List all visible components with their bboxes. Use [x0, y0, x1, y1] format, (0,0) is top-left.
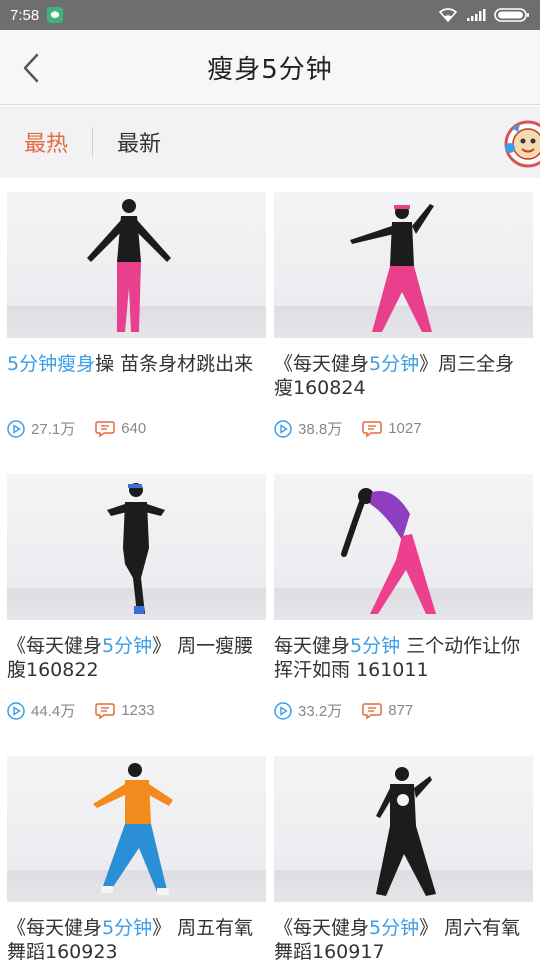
video-card[interactable]: 5分钟瘦身操 苗条身材跳出来 27.1万 640 — [7, 192, 266, 439]
app-notification-icon — [47, 7, 64, 23]
battery-icon — [494, 8, 529, 22]
view-count: 38.8万 — [298, 421, 343, 438]
comment-icon — [95, 702, 115, 719]
signal-icon — [467, 9, 486, 21]
video-title[interactable]: 《每天健身5分钟》 周六有氧舞蹈160917 — [274, 916, 533, 960]
chevron-left-icon — [23, 53, 39, 83]
video-stats: 44.4万 1233 — [7, 700, 266, 721]
video-title[interactable]: 5分钟瘦身操 苗条身材跳出来 — [7, 352, 266, 400]
video-card[interactable]: 《每天健身5分钟》 周一瘦腰腹160822 44.4万 1233 — [7, 474, 266, 721]
back-button[interactable] — [16, 50, 46, 86]
page-title: 瘦身5分钟 — [207, 54, 333, 85]
play-icon — [274, 419, 292, 438]
video-title[interactable]: 《每天健身5分钟》 周一瘦腰腹160822 — [7, 634, 266, 682]
comment-icon — [362, 702, 382, 719]
comment-count: 640 — [121, 420, 147, 437]
status-bar: 7:58 — [0, 0, 540, 30]
video-stats: 38.8万 1027 — [274, 418, 533, 439]
status-icons — [438, 7, 530, 23]
video-title[interactable]: 《每天健身5分钟》周三全身瘦160824 — [274, 352, 533, 400]
play-icon — [7, 701, 25, 720]
video-card[interactable]: 《每天健身5分钟》 周五有氧舞蹈160923 — [7, 756, 266, 960]
status-time: 7:58 — [10, 6, 40, 24]
sort-tabs: 最热 最新 — [0, 106, 540, 178]
comment-icon — [362, 420, 382, 437]
tab-newest[interactable]: 最新 — [93, 126, 185, 158]
play-icon — [274, 701, 292, 720]
video-stats: 27.1万 640 — [7, 418, 266, 439]
video-stats: 33.2万 877 — [274, 700, 533, 721]
video-thumbnail[interactable] — [274, 474, 533, 620]
video-grid: 5分钟瘦身操 苗条身材跳出来 27.1万 640 《每天健身5分钟》周三全身瘦1… — [0, 178, 540, 960]
tab-hottest[interactable]: 最热 — [0, 126, 92, 158]
video-title[interactable]: 每天健身5分钟 三个动作让你挥汗如雨 161011 — [274, 634, 533, 682]
video-thumbnail[interactable] — [7, 756, 266, 902]
video-thumbnail[interactable] — [7, 192, 266, 338]
app-root: 7:58 瘦身5分钟 最热 最新 5分钟瘦身操 苗条身材跳出来 27.1万 64… — [0, 0, 540, 960]
comment-count: 1027 — [388, 420, 422, 437]
video-card[interactable]: 《每天健身5分钟》周三全身瘦160824 38.8万 1027 — [274, 192, 533, 439]
view-count: 44.4万 — [31, 703, 76, 720]
video-title[interactable]: 《每天健身5分钟》 周五有氧舞蹈160923 — [7, 916, 266, 960]
video-thumbnail[interactable] — [274, 192, 533, 338]
video-thumbnail[interactable] — [7, 474, 266, 620]
wifi-icon — [438, 8, 458, 22]
mascot-icon[interactable] — [498, 114, 540, 174]
video-card[interactable]: 《每天健身5分钟》 周六有氧舞蹈160917 — [274, 756, 533, 960]
comment-count: 877 — [388, 702, 414, 719]
view-count: 27.1万 — [31, 421, 76, 438]
play-icon — [7, 419, 25, 438]
comment-icon — [95, 420, 115, 437]
comment-count: 1233 — [121, 702, 155, 719]
title-bar: 瘦身5分钟 — [0, 30, 540, 105]
video-thumbnail[interactable] — [274, 756, 533, 902]
video-card[interactable]: 每天健身5分钟 三个动作让你挥汗如雨 161011 33.2万 877 — [274, 474, 533, 721]
view-count: 33.2万 — [298, 703, 343, 720]
